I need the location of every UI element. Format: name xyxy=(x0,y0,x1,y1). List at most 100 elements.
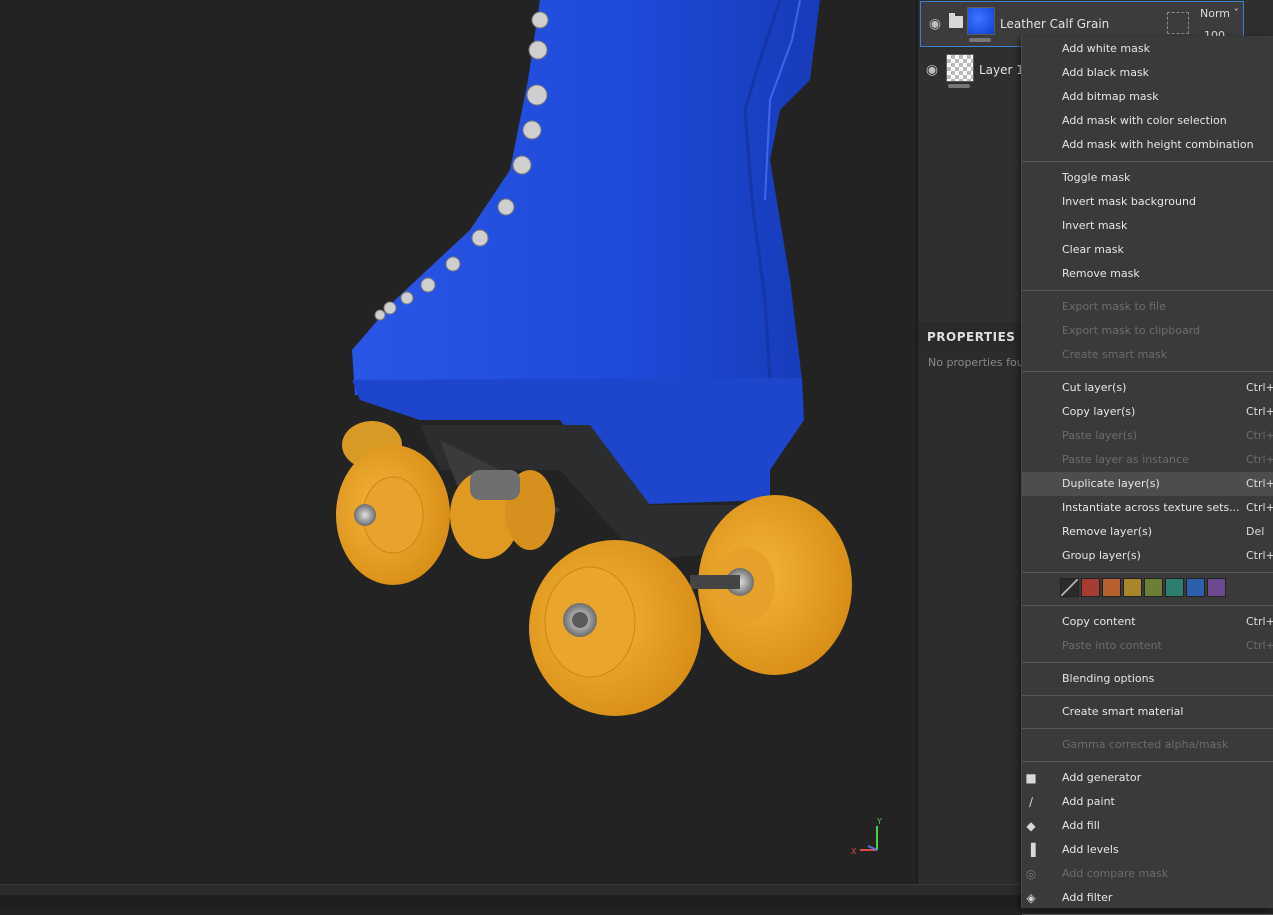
layer-name: Leather Calf Grain xyxy=(1000,17,1110,31)
menu-item-label: Create smart mask xyxy=(1062,348,1168,361)
menu-separator xyxy=(1022,605,1273,606)
menu-item-label: Add mask with color selection xyxy=(1062,114,1227,127)
properties-empty-text: No properties fou xyxy=(928,356,1024,369)
menu-item-cut-layer-s[interactable]: Cut layer(s) Ctrl+ xyxy=(1022,376,1273,400)
menu-item-shortcut: Ctrl+ xyxy=(1246,501,1273,514)
color-swatch[interactable] xyxy=(1165,578,1184,597)
menu-item-label: Paste into content xyxy=(1062,639,1162,652)
menu-separator xyxy=(1022,728,1273,729)
menu-item-add-generator[interactable]: ■ Add generator xyxy=(1022,766,1273,790)
menu-item-add-paint[interactable]: ∕ Add paint xyxy=(1022,790,1273,814)
roller-skate-render: Y X xyxy=(336,0,882,856)
menu-item-paste-into-content: Paste into content Ctrl+ xyxy=(1022,634,1273,658)
menu-item-create-smart-material[interactable]: Create smart material xyxy=(1022,700,1273,724)
menu-item-label: Add paint xyxy=(1062,795,1115,808)
color-swatch[interactable] xyxy=(1102,578,1121,597)
menu-separator xyxy=(1022,161,1273,162)
menu-item-label: Group layer(s) xyxy=(1062,549,1141,562)
menu-item-copy-content[interactable]: Copy content Ctrl+ xyxy=(1022,610,1273,634)
menu-item-clear-mask[interactable]: Clear mask xyxy=(1022,238,1273,262)
menu-item-label: Copy layer(s) xyxy=(1062,405,1136,418)
menu-item-add-bitmap-mask[interactable]: Add bitmap mask xyxy=(1022,85,1273,109)
menu-item-label: Paste layer as instance xyxy=(1062,453,1189,466)
generator-icon: ■ xyxy=(1025,771,1037,785)
layer-thumbnail xyxy=(946,54,974,82)
menu-item-label: Copy content xyxy=(1062,615,1136,628)
menu-item-label: Export mask to clipboard xyxy=(1062,324,1201,337)
menu-item-shortcut: Ctrl+ xyxy=(1246,381,1273,394)
menu-item-copy-layer-s[interactable]: Copy layer(s) Ctrl+ xyxy=(1022,400,1273,424)
menu-item-label: Add bitmap mask xyxy=(1062,90,1159,103)
menu-item-label: Add white mask xyxy=(1062,42,1150,55)
3d-viewport[interactable]: Y X xyxy=(0,0,916,884)
menu-item-label: Add black mask xyxy=(1062,66,1150,79)
menu-item-shortcut: Ctrl+ xyxy=(1246,429,1273,442)
menu-item-create-smart-mask: Create smart mask xyxy=(1022,343,1273,367)
menu-item-duplicate-layer-s[interactable]: Duplicate layer(s) Ctrl+ xyxy=(1022,472,1273,496)
menu-item-add-filter[interactable]: ◈ Add filter xyxy=(1022,886,1273,910)
menu-item-instantiate-across-texture-sets[interactable]: Instantiate across texture sets... Ctrl+ xyxy=(1022,496,1273,520)
blend-mode-value: Norm xyxy=(1200,7,1231,20)
compare-mask-icon: ◎ xyxy=(1025,867,1037,881)
mask-slot[interactable] xyxy=(1167,12,1189,34)
menu-item-add-mask-with-color-selection[interactable]: Add mask with color selection xyxy=(1022,109,1273,133)
color-swatch[interactable] xyxy=(1123,578,1142,597)
fill-bucket-icon: ◆ xyxy=(1026,819,1036,833)
menu-item-gamma-corrected-alpha-mask: Gamma corrected alpha/mask xyxy=(1022,733,1273,757)
menu-item-remove-mask[interactable]: Remove mask xyxy=(1022,262,1273,286)
menu-item-paste-layer-as-instance: Paste layer as instance Ctrl+ xyxy=(1022,448,1273,472)
menu-item-paste-layer-s: Paste layer(s) Ctrl+ xyxy=(1022,424,1273,448)
menu-item-add-mask-with-height-combination[interactable]: Add mask with height combination xyxy=(1022,133,1273,157)
menu-item-label: Add generator xyxy=(1062,771,1142,784)
menu-item-label: Add compare mask xyxy=(1062,867,1169,880)
color-swatch[interactable] xyxy=(1081,578,1100,597)
menu-item-label: Invert mask background xyxy=(1062,195,1196,208)
menu-separator xyxy=(1022,290,1273,291)
menu-item-label: Create smart material xyxy=(1062,705,1184,718)
menu-item-toggle-mask[interactable]: Toggle mask xyxy=(1022,166,1273,190)
chevron-down-icon: ˇ xyxy=(1233,7,1240,20)
menu-item-add-black-mask[interactable]: Add black mask xyxy=(1022,61,1273,85)
menu-item-blending-options[interactable]: Blending options xyxy=(1022,667,1273,691)
menu-item-shortcut: Ctrl+ xyxy=(1246,405,1273,418)
menu-item-add-compare-mask: ◎ Add compare mask xyxy=(1022,862,1273,886)
color-swatch[interactable] xyxy=(1186,578,1205,597)
thumbnail-bar xyxy=(969,38,991,42)
menu-item-label: Cut layer(s) xyxy=(1062,381,1127,394)
layer-thumbnail xyxy=(967,7,995,35)
layer-name: Layer 1 xyxy=(979,63,1024,77)
filter-icon: ◈ xyxy=(1026,891,1036,905)
color-swatch[interactable] xyxy=(1207,578,1226,597)
menu-item-shortcut: Ctrl+ xyxy=(1246,549,1273,562)
color-swatch[interactable] xyxy=(1144,578,1163,597)
menu-item-shortcut: Ctrl+ xyxy=(1246,639,1273,652)
properties-title: PROPERTIES xyxy=(927,330,1016,344)
blend-mode-dropdown[interactable]: Norm ˇ xyxy=(1200,7,1239,20)
menu-item-add-levels[interactable]: ▐ Add levels xyxy=(1022,838,1273,862)
menu-item-remove-layer-s[interactable]: Remove layer(s) Del xyxy=(1022,520,1273,544)
menu-separator xyxy=(1022,662,1273,663)
menu-item-add-white-mask[interactable]: Add white mask xyxy=(1022,37,1273,61)
menu-item-group-layer-s[interactable]: Group layer(s) Ctrl+ xyxy=(1022,544,1273,568)
menu-item-label: Add levels xyxy=(1062,843,1119,856)
menu-item-invert-mask-background[interactable]: Invert mask background xyxy=(1022,190,1273,214)
context-menu: Add white mask Add black mask Add bitmap m… xyxy=(1021,36,1273,915)
menu-item-invert-mask[interactable]: Invert mask xyxy=(1022,214,1273,238)
eye-visibility-icon[interactable]: ◉ xyxy=(927,16,943,32)
menu-item-label: Invert mask xyxy=(1062,219,1128,232)
menu-item-export-mask-to-clipboard: Export mask to clipboard xyxy=(1022,319,1273,343)
menu-item-label: Blending options xyxy=(1062,672,1155,685)
axis-x-label: X xyxy=(851,847,857,856)
menu-item-shortcut: Ctrl+ xyxy=(1246,477,1273,490)
menu-item-label: Add mask with height combination xyxy=(1062,138,1254,151)
menu-item-label: Clear mask xyxy=(1062,243,1124,256)
menu-separator xyxy=(1022,761,1273,762)
menu-item-export-mask-to-file: Export mask to file xyxy=(1022,295,1273,319)
eye-visibility-icon[interactable]: ◉ xyxy=(924,62,940,78)
color-swatch-none[interactable] xyxy=(1060,578,1079,597)
menu-item-shortcut: Del xyxy=(1246,525,1265,538)
menu-item-add-fill[interactable]: ◆ Add fill xyxy=(1022,814,1273,838)
menu-item-label: Duplicate layer(s) xyxy=(1062,477,1160,490)
menu-item-label: Paste layer(s) xyxy=(1062,429,1138,442)
menu-item-label: Toggle mask xyxy=(1062,171,1131,184)
